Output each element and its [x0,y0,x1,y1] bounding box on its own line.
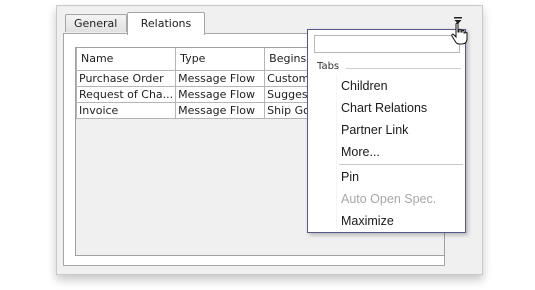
menu-item-chart-relations[interactable]: Chart Relations [341,99,427,117]
menu-item-children[interactable]: Children [341,77,388,95]
hand-pointer-icon [449,22,469,46]
tab-relations[interactable]: Relations [127,12,205,35]
tab-relations-label: Relations [140,17,192,30]
cell-type: Message Flow [175,102,266,119]
tab-general-label: General [74,17,118,30]
cell-type: Message Flow [175,86,266,103]
column-header-type[interactable]: Type [175,48,266,71]
menu-item-partner-link[interactable]: Partner Link [341,121,408,139]
menu-search-input[interactable] [314,35,460,53]
cell-type: Message Flow [175,70,266,87]
group-divider [346,68,461,69]
cell-name: Invoice [76,102,177,119]
menu-item-maximize[interactable]: Maximize [341,212,394,230]
tab-general[interactable]: General [65,14,127,32]
menu-separator [339,164,463,165]
tabs-dropdown-menu: Tabs Children Chart Relations Partner Li… [307,29,466,233]
menu-item-pin[interactable]: Pin [341,168,359,186]
cell-name: Purchase Order [76,70,177,87]
menu-group-label: Tabs [317,61,344,72]
menu-item-auto-open-spec: Auto Open Spec. [341,192,437,206]
column-header-name[interactable]: Name [76,48,177,71]
cell-name: Request of Cha... [76,86,177,103]
menu-item-more[interactable]: More... [341,143,380,161]
menu-gutter [336,74,337,228]
